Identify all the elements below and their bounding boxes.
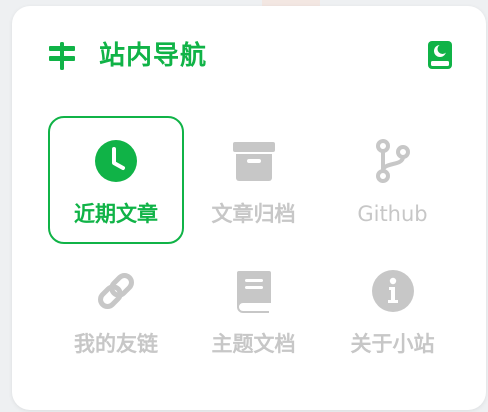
card-header: 站内导航 [12,6,486,102]
clock-icon [95,140,137,182]
nav-item-archive[interactable]: 文章归档 [184,116,323,246]
nav-item-label: 近期文章 [74,202,158,226]
code-branch-icon [375,139,410,183]
nav-item-github[interactable]: Github [323,116,462,246]
info-circle-icon [371,270,414,312]
nav-item-label: 主题文档 [211,332,296,356]
nav-item-about[interactable]: 关于小站 [323,246,462,374]
signpost-icon [49,42,75,70]
nav-item-recent-posts[interactable]: 近期文章 [48,116,184,244]
nav-item-label: 我的友链 [74,332,158,356]
nav-item-theme-docs[interactable]: 主题文档 [184,246,323,374]
card-title: 站内导航 [99,41,208,71]
book-icon [236,271,271,313]
nav-item-label: Github [357,202,428,226]
book-moon-icon[interactable] [426,40,454,70]
nav-grid: 近期文章 文章归档 Github 我的友链 主题文档 关于小站 [48,116,462,374]
nav-item-label: 文章归档 [211,202,296,226]
link-icon [98,273,134,309]
nav-item-label: 关于小站 [350,332,435,356]
nav-item-friend-links[interactable]: 我的友链 [48,246,184,374]
site-navigation-card: 站内导航 近期文章 文章归档 Github 我的友链 主题文档 关于小站 [12,6,486,410]
archive-box-icon [232,142,275,181]
